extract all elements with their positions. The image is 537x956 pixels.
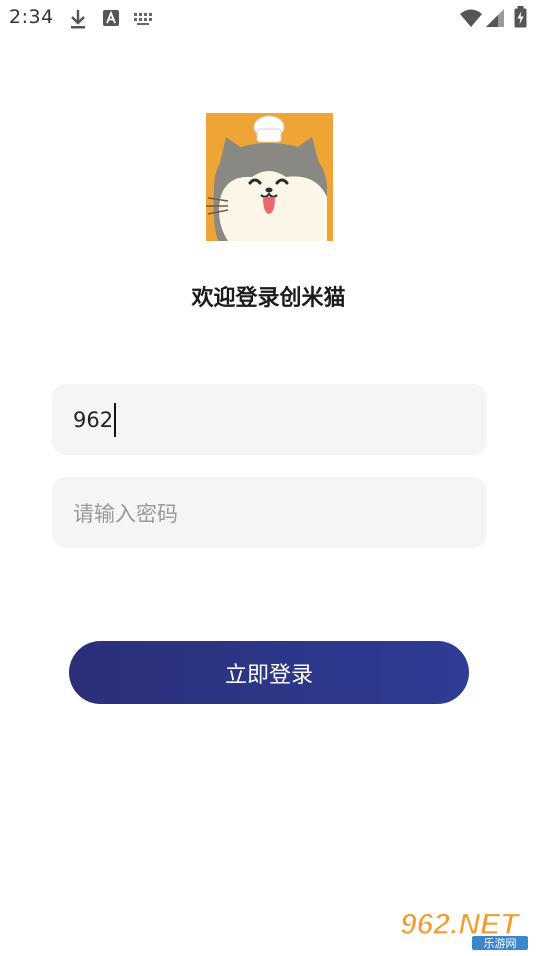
login-button-label: 立即登录 xyxy=(224,662,313,688)
watermark-sub: 乐游网 xyxy=(484,937,517,950)
login-button[interactable]: 立即登录 xyxy=(69,641,469,704)
wifi-icon xyxy=(460,9,482,27)
password-placeholder: 请输入密码 xyxy=(73,501,178,526)
welcome-title: 欢迎登录创米猫 xyxy=(191,286,346,311)
app-logo xyxy=(206,113,333,241)
username-input[interactable]: 962 xyxy=(52,384,487,455)
watermark-logo: 962.NET 乐游网 xyxy=(398,907,530,951)
cell-signal-icon xyxy=(486,9,504,27)
battery-charging-icon xyxy=(514,6,527,28)
status-time: 2:34 xyxy=(9,6,54,28)
username-value: 962 xyxy=(73,407,114,432)
text-cursor xyxy=(114,402,117,437)
text-a-icon xyxy=(103,10,119,26)
download-icon xyxy=(71,10,85,29)
keyboard-icon xyxy=(134,13,152,25)
status-bar: 2:34 xyxy=(0,0,537,36)
password-input[interactable]: 请输入密码 xyxy=(52,477,487,548)
